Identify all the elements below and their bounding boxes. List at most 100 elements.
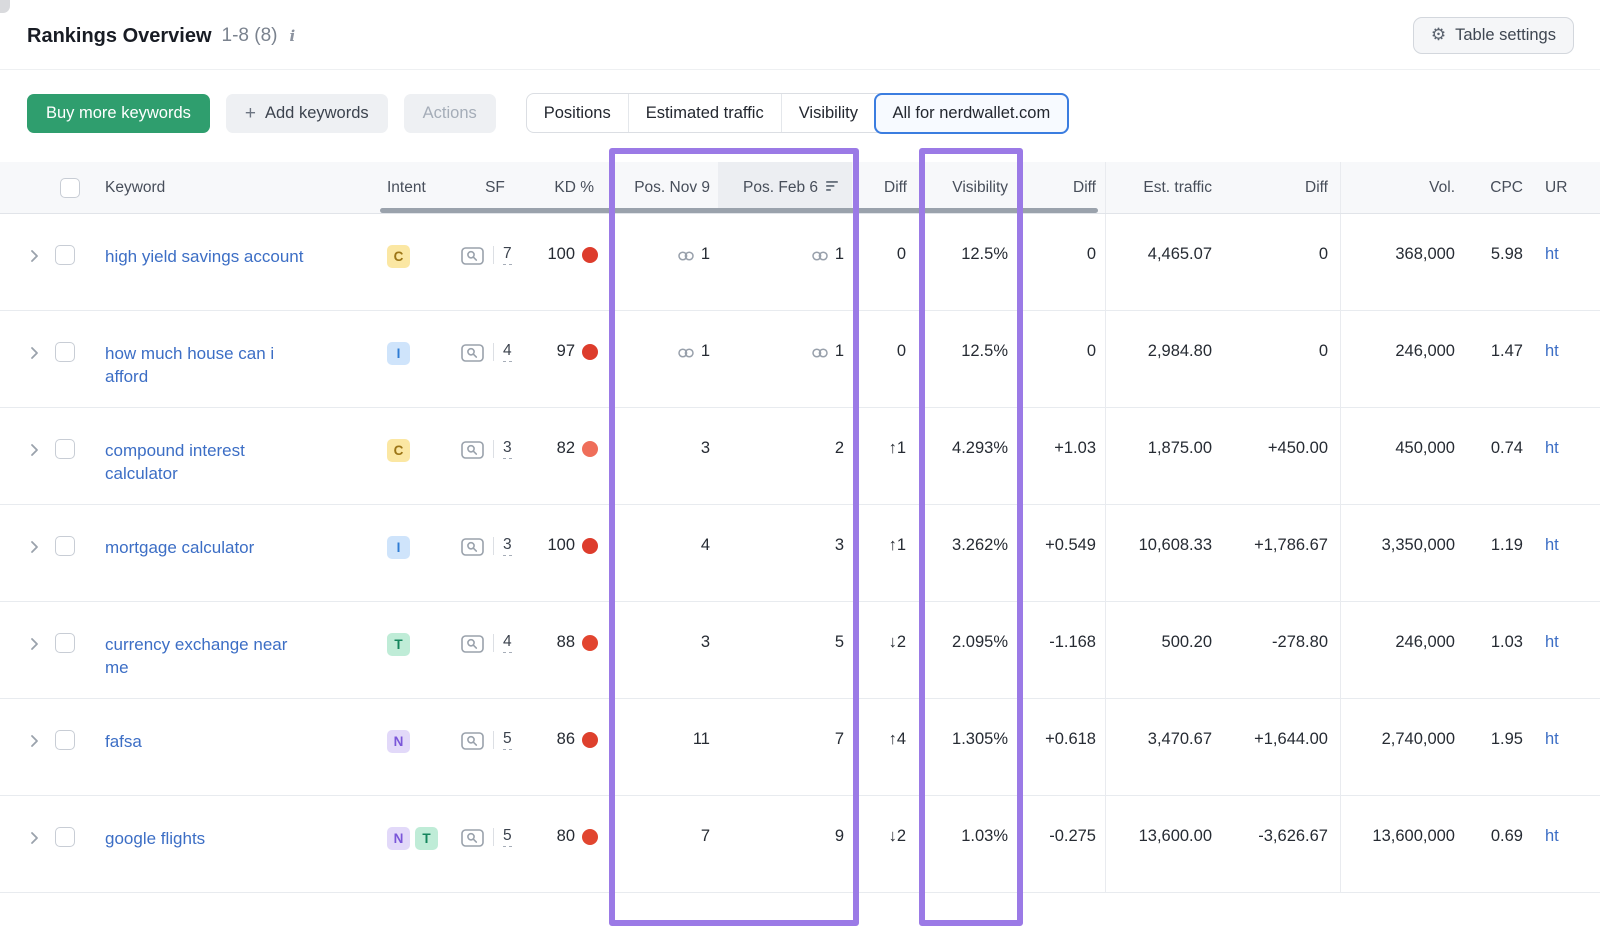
- horizontal-scrollbar[interactable]: [380, 208, 1098, 213]
- col-header-pos-diff[interactable]: Diff: [852, 162, 914, 213]
- table-row: compound interest calculator C 3 82 3 2 …: [0, 408, 1600, 505]
- col-header-cpc[interactable]: CPC: [1461, 162, 1527, 213]
- position-feb-6-cell: 3: [718, 505, 852, 601]
- select-all-cell: [0, 162, 100, 213]
- serp-features-count[interactable]: 3: [503, 439, 512, 459]
- col-header-visibility-diff[interactable]: Diff: [1014, 162, 1105, 213]
- table-row: how much house can i afford I 4 97 1 1 0: [0, 311, 1600, 408]
- serp-features-count[interactable]: 3: [503, 536, 512, 556]
- add-keywords-button[interactable]: + Add keywords: [226, 94, 388, 133]
- link-icon[interactable]: [811, 347, 829, 359]
- position-value: 7: [701, 827, 710, 846]
- intent-cell: C: [385, 408, 458, 504]
- keyword-link[interactable]: mortgage calculator: [105, 536, 254, 559]
- row-checkbox[interactable]: [55, 827, 75, 847]
- position-nov-9-cell: 1: [612, 311, 718, 407]
- serp-features-count[interactable]: 5: [503, 827, 512, 847]
- row-checkbox[interactable]: [55, 245, 75, 265]
- link-icon[interactable]: [677, 347, 695, 359]
- tab-visibility[interactable]: Visibility: [781, 94, 875, 132]
- serp-features-count[interactable]: 7: [503, 245, 512, 265]
- col-header-pos-feb-6[interactable]: Pos. Feb 6: [718, 162, 852, 213]
- serp-features-count[interactable]: 4: [503, 633, 512, 653]
- row-checkbox[interactable]: [55, 730, 75, 750]
- kd-value: 88: [557, 633, 575, 652]
- visibility-cell: 2.095%: [914, 602, 1014, 698]
- col-header-pos-nov-9[interactable]: Pos. Nov 9: [612, 162, 718, 213]
- serp-features-count[interactable]: 5: [503, 730, 512, 750]
- url-link[interactable]: ht: [1545, 536, 1559, 555]
- kd-value: 97: [557, 342, 575, 361]
- link-icon[interactable]: [677, 250, 695, 262]
- kd-value: 82: [557, 439, 575, 458]
- keyword-difficulty-cell: 88: [532, 602, 612, 698]
- expand-row-chevron-icon[interactable]: [30, 831, 39, 845]
- url-link[interactable]: ht: [1545, 342, 1559, 361]
- url-link[interactable]: ht: [1545, 633, 1559, 652]
- tab-all-for-nerdwallet[interactable]: All for nerdwallet.com: [874, 93, 1070, 134]
- info-icon[interactable]: i: [290, 27, 296, 45]
- url-link[interactable]: ht: [1545, 439, 1559, 458]
- tab-estimated-traffic[interactable]: Estimated traffic: [628, 94, 781, 132]
- url-cell: ht: [1527, 408, 1600, 504]
- actions-button[interactable]: Actions: [404, 94, 496, 133]
- position-feb-6-cell: 2: [718, 408, 852, 504]
- link-icon[interactable]: [811, 250, 829, 262]
- serp-features-icon[interactable]: [461, 247, 484, 265]
- expand-row-chevron-icon[interactable]: [30, 346, 39, 360]
- col-header-volume[interactable]: Vol.: [1340, 162, 1461, 213]
- col-header-visibility[interactable]: Visibility: [914, 162, 1014, 213]
- serp-features-icon[interactable]: [461, 732, 484, 750]
- kd-difficulty-dot: [582, 732, 598, 748]
- col-header-keyword[interactable]: Keyword: [100, 162, 385, 213]
- intent-cell: N: [385, 699, 458, 795]
- position-value: 4: [701, 536, 710, 555]
- visibility-cell: 12.5%: [914, 214, 1014, 310]
- expand-row-chevron-icon[interactable]: [30, 637, 39, 651]
- url-link[interactable]: ht: [1545, 730, 1559, 749]
- col-header-est-traffic[interactable]: Est. traffic: [1105, 162, 1217, 213]
- intent-badge-I: I: [387, 342, 410, 365]
- tab-positions[interactable]: Positions: [527, 94, 628, 132]
- url-link[interactable]: ht: [1545, 245, 1559, 264]
- serp-features-icon[interactable]: [461, 829, 484, 847]
- serp-features-icon[interactable]: [461, 441, 484, 459]
- row-select-cell: [0, 311, 100, 407]
- row-checkbox[interactable]: [55, 536, 75, 556]
- keyword-link[interactable]: currency exchange near me: [105, 633, 309, 679]
- col-header-sf[interactable]: SF: [458, 162, 532, 213]
- url-link[interactable]: ht: [1545, 827, 1559, 846]
- est-traffic-cell: 2,984.80: [1105, 311, 1217, 407]
- kd-difficulty-dot: [582, 829, 598, 845]
- keyword-link[interactable]: high yield savings account: [105, 245, 303, 268]
- serp-features-icon[interactable]: [461, 635, 484, 653]
- visibility-diff-cell: -1.168: [1014, 602, 1105, 698]
- expand-row-chevron-icon[interactable]: [30, 249, 39, 263]
- row-checkbox[interactable]: [55, 439, 75, 459]
- row-select-cell: [0, 796, 100, 892]
- buy-more-keywords-button[interactable]: Buy more keywords: [27, 94, 210, 133]
- cpc-cell: 0.74: [1461, 408, 1527, 504]
- table-settings-button[interactable]: ⚙ Table settings: [1413, 17, 1574, 54]
- serp-features-icon[interactable]: [461, 344, 484, 362]
- keyword-link[interactable]: how much house can i afford: [105, 342, 309, 388]
- col-header-intent[interactable]: Intent: [385, 162, 458, 213]
- serp-features-count[interactable]: 4: [503, 342, 512, 362]
- expand-row-chevron-icon[interactable]: [30, 443, 39, 457]
- keyword-link[interactable]: google flights: [105, 827, 205, 850]
- position-diff-cell: ↑1: [852, 505, 914, 601]
- serp-features-icon[interactable]: [461, 538, 484, 556]
- kd-difficulty-dot: [582, 441, 598, 457]
- row-checkbox[interactable]: [55, 342, 75, 362]
- toolbar: Buy more keywords + Add keywords Actions…: [0, 70, 1600, 162]
- position-value: 1: [701, 342, 710, 361]
- keyword-link[interactable]: compound interest calculator: [105, 439, 309, 485]
- col-header-url[interactable]: UR: [1527, 162, 1600, 213]
- keyword-link[interactable]: fafsa: [105, 730, 142, 753]
- col-header-traffic-diff[interactable]: Diff: [1217, 162, 1340, 213]
- select-all-checkbox[interactable]: [60, 178, 80, 198]
- expand-row-chevron-icon[interactable]: [30, 734, 39, 748]
- row-checkbox[interactable]: [55, 633, 75, 653]
- expand-row-chevron-icon[interactable]: [30, 540, 39, 554]
- col-header-kd[interactable]: KD %: [532, 162, 612, 213]
